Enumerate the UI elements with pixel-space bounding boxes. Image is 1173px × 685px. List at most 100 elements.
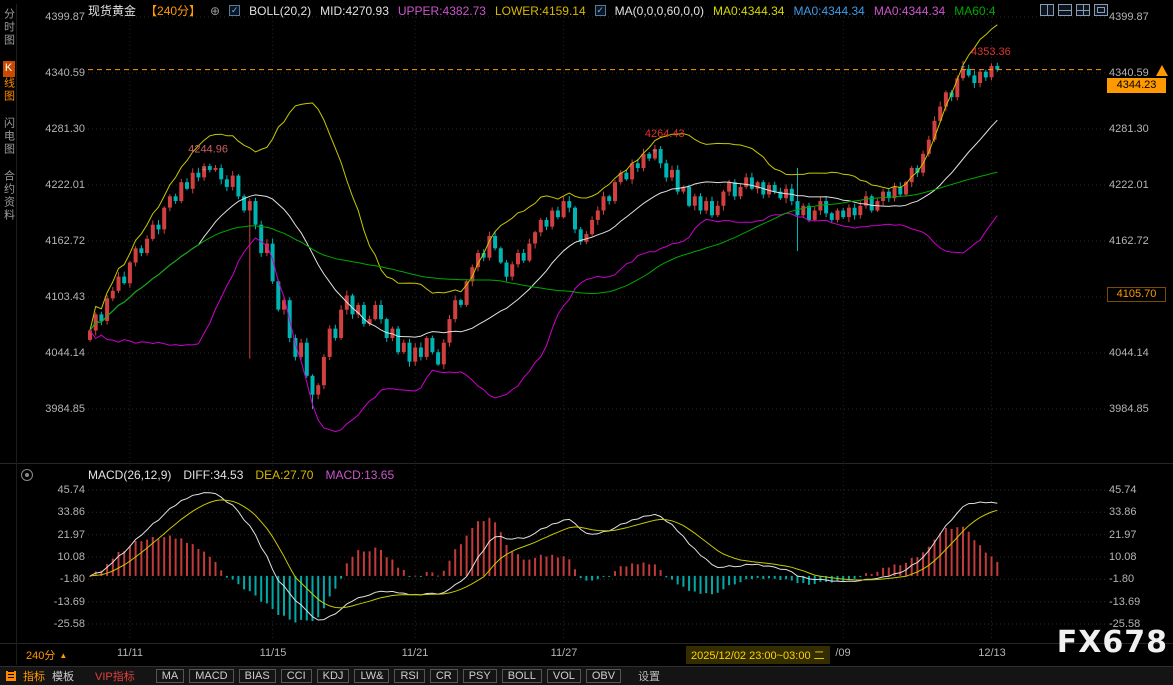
price-axis-label: 4044.14 <box>36 347 85 359</box>
ma-values: MA0:4344.34MA0:4344.34MA0:4344.34MA60:4 <box>713 4 996 18</box>
crosshair-date-tooltip: 2025/12/02 23:00~03:00 二 <box>686 646 830 664</box>
indicator-button-macd[interactable]: MACD <box>189 669 233 683</box>
boll-checkbox-icon[interactable]: ✓ <box>229 5 240 16</box>
left-price-axis: 4399.87 4340.59 4281.30 4222.01 4162.72 4103.… <box>36 0 85 664</box>
svg-text:+: + <box>201 164 206 174</box>
macd-diff-value: DIFF:34.53 <box>183 468 243 482</box>
maximize-icon[interactable] <box>1094 4 1108 16</box>
svg-text:4353.36: 4353.36 <box>971 46 1011 58</box>
split-rows-icon[interactable] <box>1058 4 1072 16</box>
svg-text:4264.43: 4264.43 <box>645 128 685 140</box>
tab-indicators[interactable]: 指标 <box>23 668 45 684</box>
boll-lower-line <box>90 213 997 431</box>
price-annotations: 4244.96 +4264.43 +4353.36 + <box>188 46 1011 174</box>
sidebar-tab-1[interactable]: 分时图 <box>1 8 16 47</box>
grid-layout-icon[interactable] <box>1076 4 1090 16</box>
ma60-line <box>90 172 997 330</box>
price-axis-label: 4222.01 <box>1109 179 1171 191</box>
settings-button[interactable]: 设置 <box>638 668 660 684</box>
x-axis-label: 11/11 <box>98 647 162 659</box>
candles[interactable] <box>88 61 999 409</box>
overlay-lines <box>90 25 997 432</box>
indicator-button-kdj[interactable]: KDJ <box>317 669 350 683</box>
dea-line <box>90 500 997 608</box>
bottom-toolbar: 指标 模板 VIP指标 MA MACD BIAS CCI KDJ LW&RSI CR PSY B… <box>0 666 1173 685</box>
price-axis-label: 4222.01 <box>36 179 85 191</box>
ma-checkbox-icon[interactable]: ✓ <box>595 5 606 16</box>
right-price-axis: 4399.874340.594281.304222.014162.724044.… <box>1109 0 1171 664</box>
macd-axis-label: 45.74 <box>36 484 85 496</box>
diff-line <box>90 493 997 620</box>
x-axis-label: /09 <box>811 647 875 659</box>
indicator-button-obv[interactable]: OBV <box>586 669 621 683</box>
timeframe-selector[interactable]: 240分 ▲ <box>26 647 67 663</box>
timeframe-label[interactable]: 【240分】 <box>145 2 201 19</box>
x-axis-label: 11/15 <box>241 647 305 659</box>
price-axis-label: 4399.87 <box>1109 11 1171 23</box>
price-axis-label: 4103.43 <box>36 291 85 303</box>
ma-value: MA0:4344.34 <box>713 4 784 18</box>
split-columns-icon[interactable] <box>1040 4 1054 16</box>
macd-axis-label: 21.97 <box>36 529 85 541</box>
boll-params: BOLL(20,2) <box>249 4 311 18</box>
x-axis-label: 11/27 <box>532 647 596 659</box>
svg-text:4244.96: 4244.96 <box>188 143 228 155</box>
macd-axis-label: 21.97 <box>1109 529 1171 541</box>
macd-axis-label: 33.86 <box>36 506 85 518</box>
price-axis-label: 4399.87 <box>36 11 85 23</box>
secondary-price-tag: 4105.70 <box>1107 287 1166 302</box>
panel-divider <box>0 463 1173 464</box>
macd-settings-icon[interactable] <box>21 469 33 481</box>
x-axis-label: 12/13 <box>960 647 1024 659</box>
symbol-name: 现货黄金 <box>88 2 136 19</box>
sidebar-tab-3[interactable]: 闪电图 <box>1 117 16 156</box>
time-axis: 240分 ▲ 2025/12/02 23:00~03:00 二 11/11 11/… <box>0 646 1173 664</box>
macd-axis-label: -25.58 <box>36 618 85 630</box>
macd-axis-label: 10.08 <box>1109 551 1171 563</box>
indicator-button-cr[interactable]: CR <box>430 669 458 683</box>
macd-header: MACD(26,12,9) DIFF:34.53 DEA:27.70 MACD:… <box>88 468 394 482</box>
macd-axis-label: 10.08 <box>36 551 85 563</box>
boll-mid-value: MID:4270.93 <box>320 4 389 18</box>
axis-divider <box>0 643 1173 644</box>
macd-macd-value: MACD:13.65 <box>325 468 394 482</box>
macd-axis-label: 45.74 <box>1109 484 1171 496</box>
svg-text:+: + <box>652 146 657 156</box>
indicator-button-lw[interactable]: LW& <box>354 669 389 683</box>
last-price-tag: 4344.23 <box>1107 78 1166 93</box>
price-axis-label: 4281.30 <box>36 123 85 135</box>
window-controls <box>1040 4 1108 16</box>
macd-panel[interactable] <box>89 493 998 623</box>
ma-value: MA60:4 <box>954 4 995 18</box>
sidebar-tab-2[interactable]: K线图 <box>1 61 16 103</box>
ma-value: MA0:4344.34 <box>793 4 864 18</box>
indicator-menu-icon[interactable] <box>6 671 16 681</box>
trading-terminal: 4244.96 +4264.43 +4353.36 + 分时图 K线图闪电图合约资料 现… <box>0 0 1173 685</box>
indicator-button-vol[interactable]: VOL <box>547 669 581 683</box>
indicator-button-boll[interactable]: BOLL <box>502 669 542 683</box>
macd-axis-label: -1.80 <box>1109 573 1171 585</box>
indicator-button-bias[interactable]: BIAS <box>239 669 276 683</box>
boll-lower-value: LOWER:4159.14 <box>495 4 586 18</box>
price-axis-label: 4340.59 <box>36 67 85 79</box>
tab-vip-indicators[interactable]: VIP指标 <box>95 668 135 684</box>
price-axis-label: 3984.85 <box>36 403 85 415</box>
indicator-button-rsi[interactable]: RSI <box>394 669 424 683</box>
boll-upper-value: UPPER:4382.73 <box>398 4 486 18</box>
price-axis-label: 4162.72 <box>1109 235 1171 247</box>
timeframe-text: 240分 <box>26 647 55 663</box>
macd-axis-label: 33.86 <box>1109 506 1171 518</box>
circled-plus-icon[interactable]: ⊕ <box>210 4 220 18</box>
sidebar-tab-4[interactable]: 合约资料 <box>1 170 16 222</box>
ma-params: MA(0,0,0,60,0,0) <box>615 4 704 18</box>
price-axis-label: 4162.72 <box>36 235 85 247</box>
indicator-button-psy[interactable]: PSY <box>463 669 497 683</box>
svg-text:+: + <box>960 62 965 72</box>
x-axis-label: 11/21 <box>383 647 447 659</box>
candlestick-chart[interactable]: 4244.96 +4264.43 +4353.36 + <box>0 0 1173 685</box>
indicator-button-cci[interactable]: CCI <box>281 669 312 683</box>
tab-template[interactable]: 模板 <box>52 668 74 684</box>
indicator-buttons: MA MACD BIAS CCI KDJ LW&RSI CR PSY BOLL VOL OBV <box>156 669 621 683</box>
watermark: FX678 <box>1057 625 1168 660</box>
indicator-button-ma[interactable]: MA <box>156 669 185 683</box>
